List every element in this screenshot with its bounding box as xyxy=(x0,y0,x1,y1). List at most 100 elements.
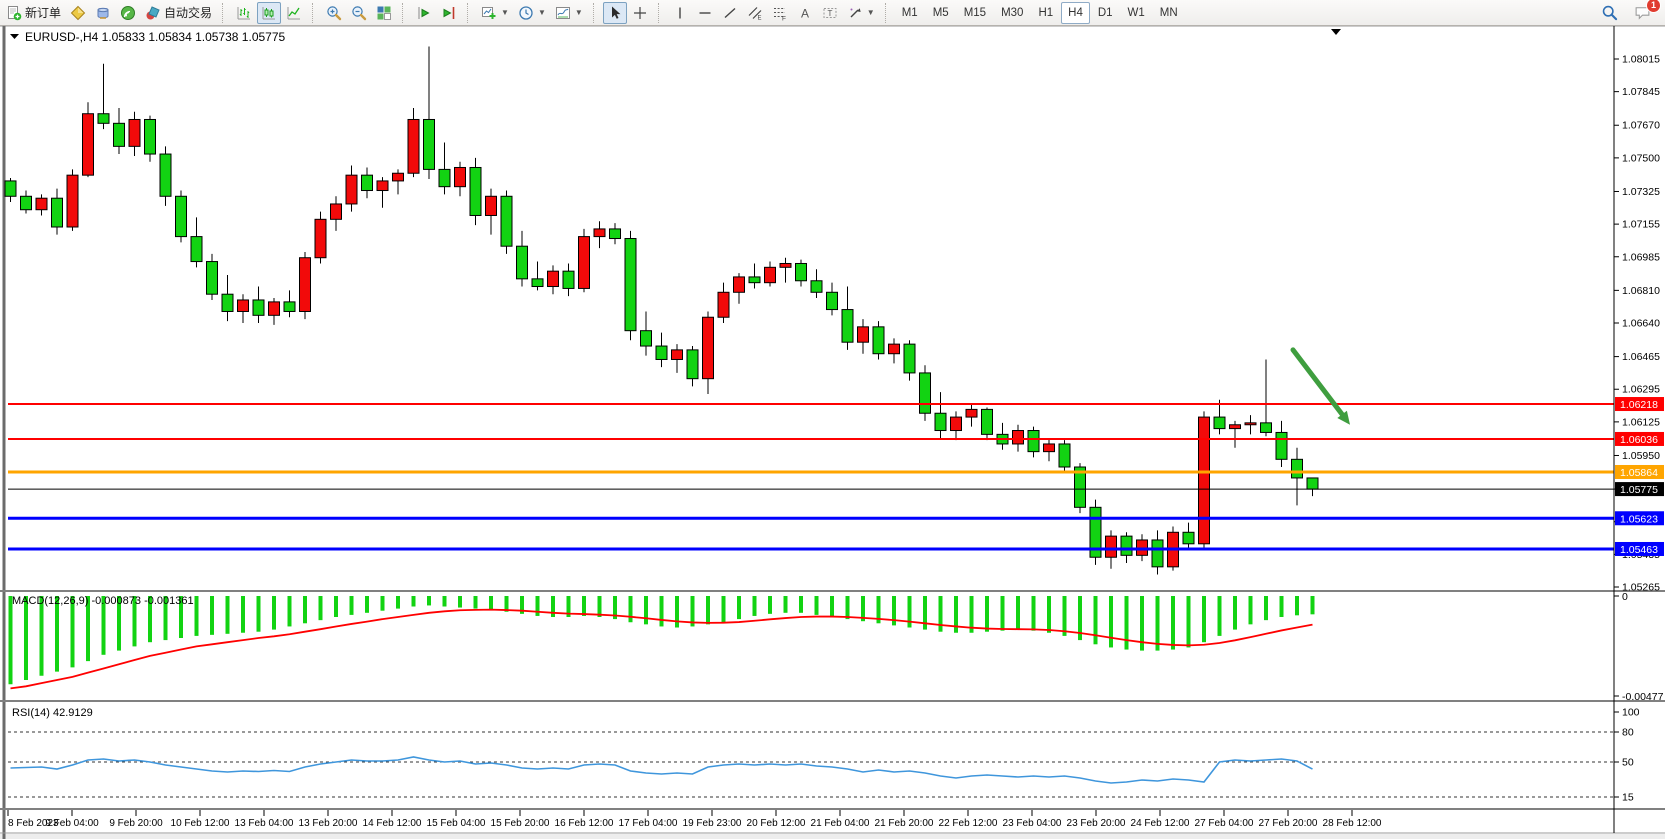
macd-label: MACD(12,26,9) -0.000873 -0.001361 xyxy=(12,595,194,607)
candle-body xyxy=(1044,444,1055,452)
bar-chart-button[interactable] xyxy=(232,2,256,24)
candle-body xyxy=(191,237,202,262)
timeframe-m30-button[interactable]: M30 xyxy=(994,2,1030,24)
chart-area[interactable]: 1.080151.078451.076701.075001.073251.071… xyxy=(0,0,1665,839)
cursor-button[interactable] xyxy=(603,2,627,24)
candle-body xyxy=(966,409,977,417)
price-badge-label: 1.05623 xyxy=(1620,513,1658,525)
x-axis-label: 27 Feb 20:00 xyxy=(1259,818,1318,829)
chart-shift-icon xyxy=(441,5,457,21)
y-axis-tick-label: 1.06640 xyxy=(1622,318,1660,330)
window-bottom-strip xyxy=(0,834,1665,839)
chart-background xyxy=(0,26,1665,833)
market-watch-button[interactable] xyxy=(66,2,90,24)
chevron-down-icon: ▼ xyxy=(538,8,546,17)
candle-body xyxy=(842,310,853,343)
candle-body xyxy=(1292,459,1303,478)
timeframe-label: D1 xyxy=(1098,7,1113,19)
trendline-button[interactable] xyxy=(718,2,742,24)
timeframe-m5-button[interactable]: M5 xyxy=(926,2,956,24)
auto-trading-button[interactable]: 自动交易 xyxy=(141,2,216,24)
navigator-button[interactable] xyxy=(91,2,115,24)
candlestick-chart-icon xyxy=(261,5,277,21)
candle-body xyxy=(408,119,419,173)
timeframe-label: M15 xyxy=(964,7,986,19)
candle-body xyxy=(222,294,233,311)
period-clock-button[interactable]: ▼ xyxy=(514,2,550,24)
candle-body xyxy=(1028,431,1039,452)
candle-body xyxy=(1245,423,1256,425)
chart-shift-button[interactable] xyxy=(437,2,461,24)
macd-axis-top-label: 0 xyxy=(1622,591,1628,603)
horizontal-line-button[interactable] xyxy=(693,2,717,24)
signals-button[interactable] xyxy=(116,2,140,24)
x-axis-label: 28 Feb 12:00 xyxy=(1323,818,1382,829)
candle-body xyxy=(315,219,326,257)
zoom-in-button[interactable] xyxy=(322,2,346,24)
timeframe-h1-button[interactable]: H1 xyxy=(1031,2,1060,24)
period-clock-icon xyxy=(518,5,534,21)
svg-text:A: A xyxy=(801,6,809,20)
candle-body xyxy=(238,300,249,312)
toolbar-separator xyxy=(222,3,228,23)
timeframe-label: M1 xyxy=(902,7,918,19)
navigator-icon xyxy=(95,5,111,21)
equidistant-channel-button[interactable]: E xyxy=(743,2,767,24)
chat-button[interactable]: 1 xyxy=(1630,2,1655,24)
candle-body xyxy=(21,196,32,209)
vertical-line-button[interactable] xyxy=(668,2,692,24)
new-order-button[interactable]: 新订单 xyxy=(2,2,65,24)
text-label-button[interactable]: T xyxy=(818,2,842,24)
candle-body xyxy=(98,114,109,124)
x-axis-label: 23 Feb 04:00 xyxy=(1003,818,1062,829)
candle-body xyxy=(610,229,621,239)
chart-title: EURUSD-,H4 1.05833 1.05834 1.05738 1.057… xyxy=(25,30,286,44)
add-indicator-button[interactable]: ▼ xyxy=(477,2,513,24)
candle-body xyxy=(796,263,807,280)
chart-template-button[interactable]: ▼ xyxy=(551,2,587,24)
y-axis-tick-label: 1.07845 xyxy=(1622,86,1660,98)
macd-axis-bottom-label: -0.00477 xyxy=(1622,691,1664,703)
timeframe-m1-button[interactable]: M1 xyxy=(895,2,925,24)
crosshair-button[interactable] xyxy=(628,2,652,24)
rsi-axis-label: 80 xyxy=(1622,727,1634,739)
timeframe-d1-button[interactable]: D1 xyxy=(1091,2,1120,24)
text-button[interactable]: A xyxy=(793,2,817,24)
candle-body xyxy=(982,409,993,434)
y-axis-tick-label: 1.07325 xyxy=(1622,186,1660,198)
candle-body xyxy=(1059,444,1070,467)
candle-body xyxy=(346,175,357,204)
candle-body xyxy=(1214,417,1225,429)
timeframe-mn-button[interactable]: MN xyxy=(1153,2,1185,24)
candle-body xyxy=(563,271,574,288)
candle-body xyxy=(207,262,218,295)
timeframe-label: MN xyxy=(1160,7,1178,19)
candle-body xyxy=(889,344,900,354)
candle-body xyxy=(5,181,16,196)
timeframe-label: H4 xyxy=(1068,7,1083,19)
candle-body xyxy=(873,327,884,354)
timeframe-w1-button[interactable]: W1 xyxy=(1121,2,1152,24)
toolbar: 新订单 自动交易 ▼ ▼ xyxy=(0,0,1665,26)
timeframe-h4-button[interactable]: H4 xyxy=(1061,2,1090,24)
y-axis-tick-label: 1.06125 xyxy=(1622,416,1660,428)
candle-body xyxy=(718,292,729,317)
x-axis-label: 9 Feb 04:00 xyxy=(45,818,99,829)
timeframe-m15-button[interactable]: M15 xyxy=(957,2,993,24)
fibonacci-button[interactable]: F xyxy=(768,2,792,24)
zoom-out-button[interactable] xyxy=(347,2,371,24)
line-chart-button[interactable] xyxy=(282,2,306,24)
auto-scroll-icon xyxy=(416,5,432,21)
svg-text:E: E xyxy=(757,15,761,21)
chart-template-icon xyxy=(555,5,571,21)
auto-scroll-button[interactable] xyxy=(412,2,436,24)
y-axis-tick-label: 1.08015 xyxy=(1622,54,1660,66)
arrows-button[interactable]: ▼ xyxy=(843,2,879,24)
candle-body xyxy=(377,181,388,191)
candle-body xyxy=(579,237,590,289)
candlestick-chart-button[interactable] xyxy=(257,2,281,24)
search-button[interactable] xyxy=(1597,2,1622,24)
candle-body xyxy=(486,196,497,215)
y-axis-tick-label: 1.07670 xyxy=(1622,120,1660,132)
tile-windows-button[interactable] xyxy=(372,2,396,24)
